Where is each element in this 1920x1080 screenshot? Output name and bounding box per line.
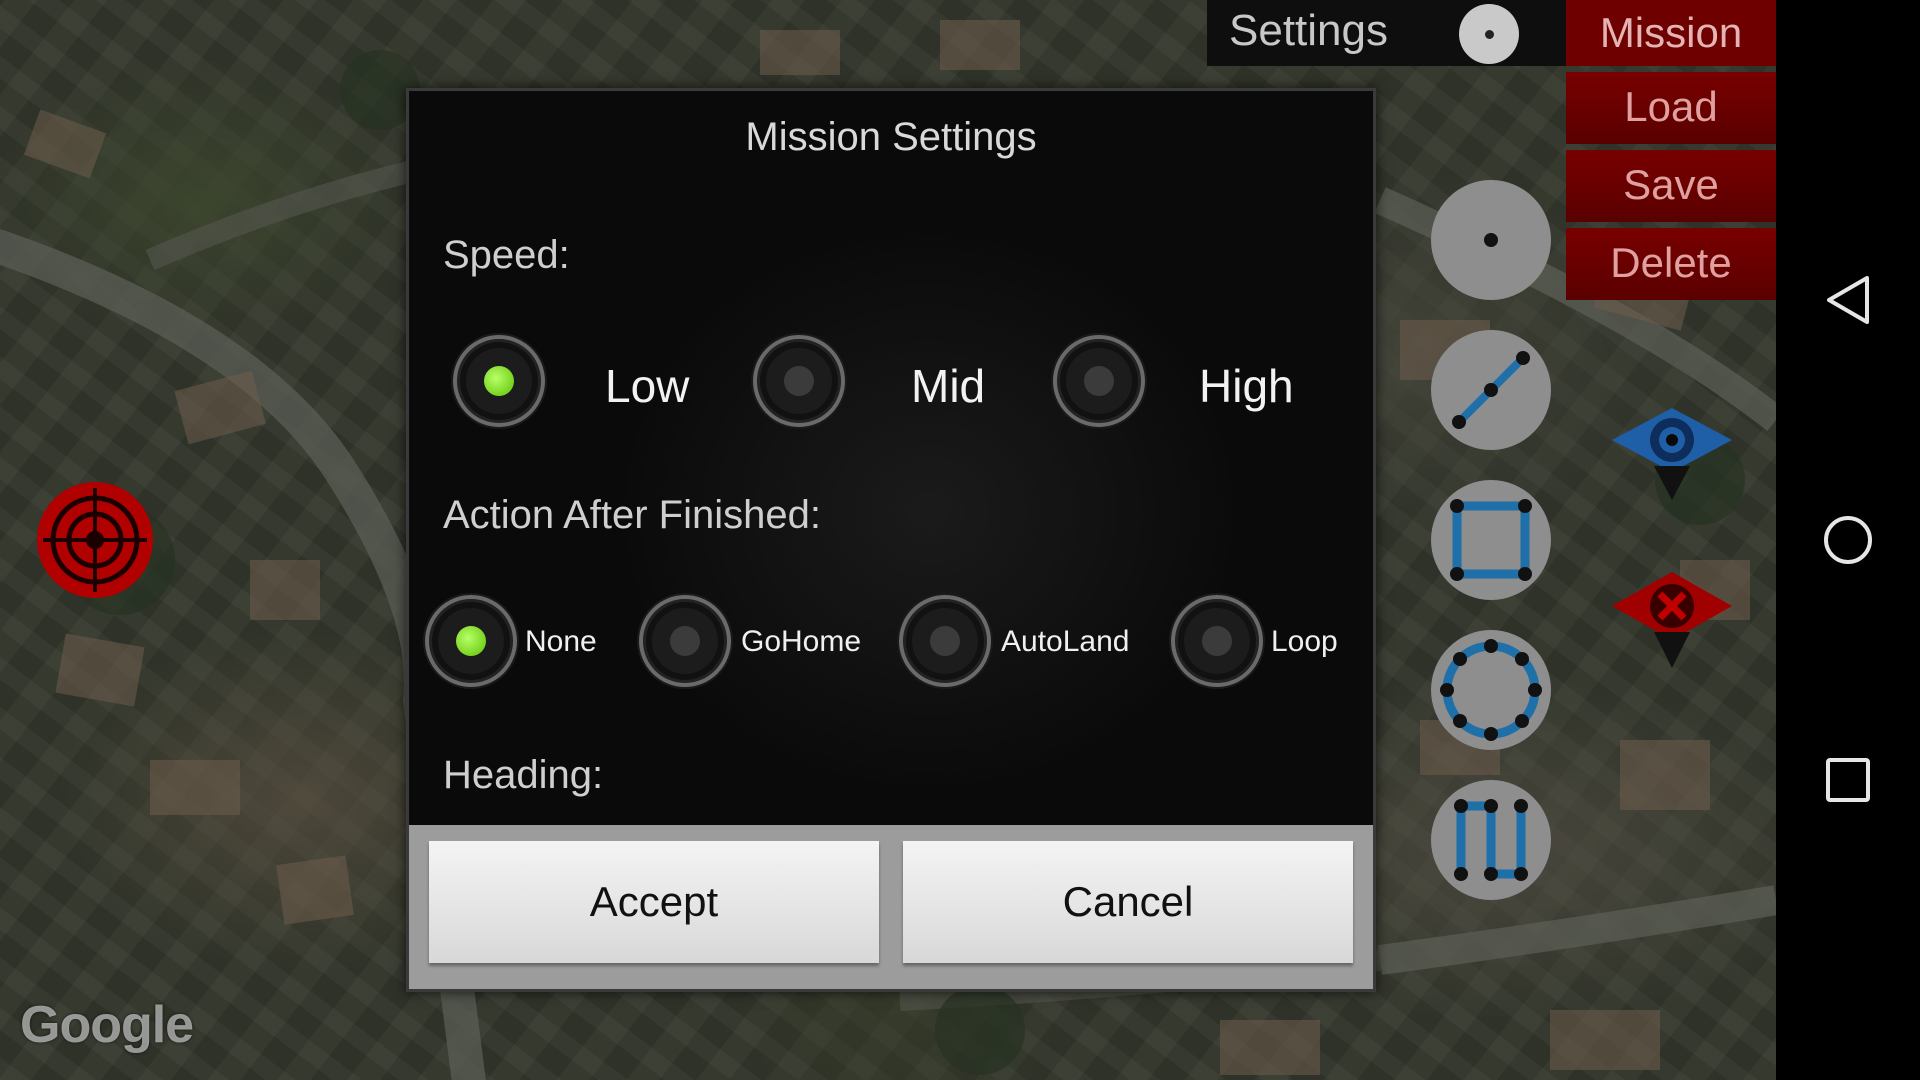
action-loop-label[interactable]: Loop (1271, 625, 1338, 659)
action-none-label[interactable]: None (525, 625, 597, 659)
action-none-radio[interactable] (425, 595, 517, 687)
action-autoland-label[interactable]: AutoLand (1001, 625, 1129, 659)
mission-menu: Mission Load Save Delete (1566, 0, 1776, 306)
circle-path-icon (1440, 639, 1542, 741)
mission-settings-dialog: Mission Settings Speed: Low Mid High Act… (406, 88, 1376, 992)
heading-label: Heading: (443, 753, 604, 797)
delete-button[interactable]: Delete (1566, 228, 1776, 300)
speed-low-radio[interactable] (453, 335, 545, 427)
accept-button[interactable]: Accept (429, 841, 879, 963)
delete-marker-icon[interactable] (1612, 572, 1732, 672)
speed-high-label[interactable]: High (1199, 359, 1294, 413)
square-tool-button[interactable] (1431, 480, 1551, 600)
save-button[interactable]: Save (1566, 150, 1776, 222)
action-after-finished-label: Action After Finished: (443, 493, 821, 537)
home-target-icon[interactable] (35, 480, 155, 600)
waypoint-tool-button[interactable] (1431, 180, 1551, 300)
cancel-button[interactable]: Cancel (903, 841, 1353, 963)
recents-icon[interactable] (1823, 755, 1873, 805)
action-gohome-label[interactable]: GoHome (741, 625, 861, 659)
action-loop-radio[interactable] (1171, 595, 1263, 687)
dialog-title: Mission Settings (745, 115, 1037, 159)
speed-label: Speed: (443, 233, 570, 277)
speed-mid-radio[interactable] (753, 335, 845, 427)
navigation-bar (1776, 0, 1920, 1080)
load-button[interactable]: Load (1566, 72, 1776, 144)
dialog-footer: Accept Cancel (409, 825, 1373, 989)
circle-tool-button[interactable] (1431, 630, 1551, 750)
grid-tool-button[interactable] (1431, 780, 1551, 900)
line-tool-button[interactable] (1431, 330, 1551, 450)
waypoint-dot-icon (1484, 233, 1498, 247)
action-gohome-radio[interactable] (639, 595, 731, 687)
dialog-body: Mission Settings Speed: Low Mid High Act… (409, 91, 1373, 825)
square-path-icon (1450, 499, 1532, 581)
action-autoland-radio[interactable] (899, 595, 991, 687)
speed-low-label[interactable]: Low (605, 359, 689, 413)
home-icon[interactable] (1823, 515, 1873, 565)
settings-dot-button[interactable] (1459, 4, 1519, 64)
back-icon[interactable] (1823, 275, 1873, 325)
settings-bar: Settings (1207, 0, 1567, 66)
line-path-icon (1452, 351, 1530, 429)
grid-scan-path-icon (1454, 799, 1528, 881)
google-attribution: Google (20, 996, 194, 1054)
speed-mid-label[interactable]: Mid (911, 359, 985, 413)
view-marker-icon[interactable] (1612, 408, 1732, 508)
settings-button[interactable]: Settings (1229, 6, 1388, 56)
speed-high-radio[interactable] (1053, 335, 1145, 427)
mission-menu-header[interactable]: Mission (1566, 0, 1776, 66)
